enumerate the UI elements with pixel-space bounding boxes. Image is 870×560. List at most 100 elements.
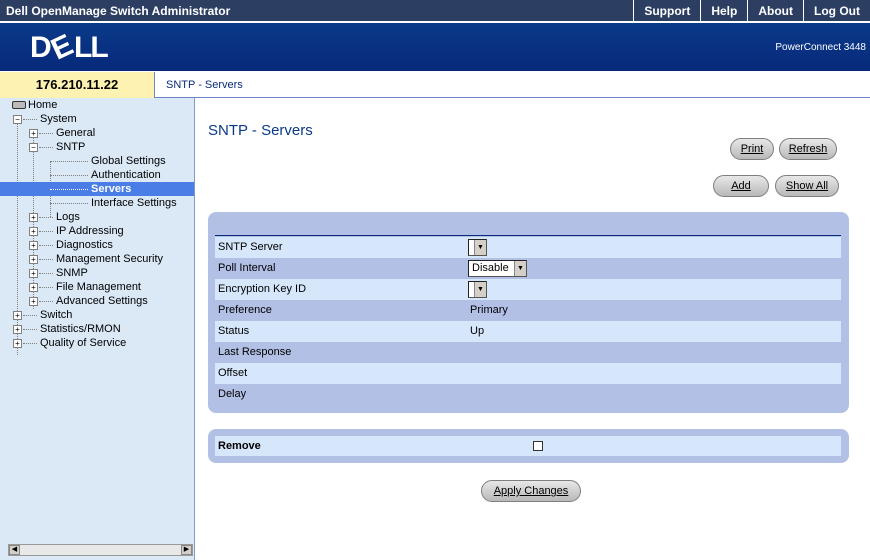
sidebar-item-switch[interactable]: + Switch — [13, 308, 72, 322]
sidebar-item-label: SNTP — [56, 141, 86, 153]
expand-icon[interactable]: + — [29, 268, 38, 278]
sidebar-item-label: Home — [28, 99, 58, 111]
top-bar: Dell OpenManage Switch Administrator Sup… — [0, 0, 870, 22]
remove-checkbox[interactable] — [533, 441, 543, 451]
delay-label: Delay — [218, 388, 247, 400]
support-link[interactable]: Support — [633, 0, 700, 22]
sidebar-item-label: Global Settings — [91, 155, 166, 167]
page-title: SNTP - Servers — [208, 122, 313, 139]
chevron-down-icon: ▼ — [474, 282, 486, 297]
last-response-row: Last Response — [215, 342, 841, 363]
poll-interval-select[interactable]: Disable ▼ — [468, 260, 527, 277]
offset-label: Offset — [218, 367, 248, 379]
preference-label: Preference — [218, 304, 272, 316]
sidebar-item-label: Statistics/RMON — [40, 323, 121, 335]
remove-label: Remove — [218, 440, 261, 452]
delay-row: Delay — [215, 384, 841, 405]
sidebar-item-label: SNMP — [56, 267, 88, 279]
sntp-server-row: SNTP Server ▼ — [215, 237, 841, 258]
sidebar-item-label: IP Addressing — [56, 225, 124, 237]
sidebar-item-label: System — [40, 113, 77, 125]
expand-icon[interactable]: + — [13, 338, 22, 348]
collapse-icon[interactable]: − — [29, 142, 38, 152]
sidebar-item-diagnostics[interactable]: + Diagnostics — [29, 238, 113, 252]
address-bar: 176.210.11.22 SNTP - Servers — [0, 72, 870, 98]
remove-row: Remove — [215, 436, 841, 456]
chevron-down-icon: ▼ — [514, 261, 526, 276]
expand-icon[interactable]: + — [29, 254, 38, 264]
refresh-button[interactable]: Refresh — [779, 138, 837, 160]
sidebar-item-label: Interface Settings — [91, 197, 177, 209]
sidebar-item-label: Logs — [56, 211, 80, 223]
sidebar-item-general[interactable]: + General — [29, 126, 95, 140]
chevron-down-icon: ▼ — [474, 240, 486, 255]
encryption-key-select[interactable]: ▼ — [468, 281, 487, 298]
sidebar-item-label: Switch — [40, 309, 73, 321]
last-response-label: Last Response — [218, 346, 292, 358]
show-all-button[interactable]: Show All — [775, 175, 839, 197]
app-title: Dell OpenManage Switch Administrator — [6, 4, 231, 18]
device-ip: 176.210.11.22 — [0, 72, 155, 98]
status-label: Status — [218, 325, 250, 337]
sidebar-item-servers[interactable]: Servers — [0, 182, 194, 196]
offset-row: Offset — [215, 363, 841, 384]
panel-divider — [215, 235, 841, 236]
encryption-key-row: Encryption Key ID ▼ — [215, 279, 841, 300]
expand-icon[interactable]: + — [13, 310, 22, 320]
sidebar-item-logs[interactable]: + Logs — [29, 210, 80, 224]
expand-icon[interactable]: + — [29, 226, 38, 236]
logout-link[interactable]: Log Out — [803, 0, 870, 22]
add-button[interactable]: Add — [713, 175, 769, 197]
poll-interval-row: Poll Interval Disable ▼ — [215, 258, 841, 279]
sidebar-item-label: Management Security — [56, 253, 163, 265]
sidebar-item-global-settings[interactable]: Global Settings — [50, 154, 166, 168]
sidebar-scrollbar[interactable]: ◀ ▶ — [8, 544, 193, 556]
sidebar-item-sntp[interactable]: − SNTP — [29, 140, 85, 154]
sidebar-item-management-security[interactable]: + Management Security — [29, 252, 163, 266]
sidebar-item-ip-addressing[interactable]: + IP Addressing — [29, 224, 124, 238]
collapse-icon[interactable]: − — [13, 114, 22, 124]
sidebar-item-label: Authentication — [91, 169, 161, 181]
sidebar-item-advanced-settings[interactable]: + Advanced Settings — [29, 294, 148, 308]
sidebar-item-quality-of-service[interactable]: + Quality of Service — [13, 336, 126, 350]
sidebar-item-snmp[interactable]: + SNMP — [29, 266, 88, 280]
sidebar-item-label: Servers — [91, 183, 132, 195]
sidebar-item-system[interactable]: − System — [13, 112, 77, 126]
print-button[interactable]: Print — [730, 138, 774, 160]
svg-text:LL: LL — [74, 31, 108, 64]
expand-icon[interactable]: + — [29, 240, 38, 250]
apply-changes-button[interactable]: Apply Changes — [481, 480, 581, 502]
poll-interval-label: Poll Interval — [218, 262, 276, 274]
model-name: PowerConnect 3448 — [775, 42, 866, 53]
encryption-key-label: Encryption Key ID — [218, 283, 307, 295]
expand-icon[interactable]: + — [29, 282, 38, 292]
scroll-right-icon[interactable]: ▶ — [181, 545, 192, 555]
sntp-server-select[interactable]: ▼ — [468, 239, 487, 256]
sidebar-item-statistics-rmon[interactable]: + Statistics/RMON — [13, 322, 121, 336]
scroll-left-icon[interactable]: ◀ — [9, 545, 20, 555]
sidebar-item-label: File Management — [56, 281, 141, 293]
sidebar-item-label: Advanced Settings — [56, 295, 148, 307]
status-value: Up — [470, 325, 485, 337]
top-links: Support Help About Log Out — [633, 0, 870, 22]
banner: D E LL PowerConnect 3448 — [0, 23, 870, 71]
breadcrumb: SNTP - Servers — [166, 79, 243, 91]
preference-value: Primary — [470, 304, 508, 316]
preference-row: Preference Primary — [215, 300, 841, 321]
sidebar-item-label: Diagnostics — [56, 239, 113, 251]
sidebar-item-authentication[interactable]: Authentication — [50, 168, 161, 182]
sidebar-item-file-management[interactable]: + File Management — [29, 280, 141, 294]
sidebar-item-label: Quality of Service — [40, 337, 127, 349]
sidebar-item-home[interactable]: Home — [12, 98, 57, 112]
dell-logo: D E LL — [30, 30, 110, 64]
home-icon — [12, 101, 26, 109]
sntp-server-label: SNTP Server — [218, 241, 283, 253]
help-link[interactable]: Help — [700, 0, 747, 22]
expand-icon[interactable]: + — [29, 296, 38, 306]
expand-icon[interactable]: + — [29, 212, 38, 222]
expand-icon[interactable]: + — [29, 128, 38, 138]
about-link[interactable]: About — [747, 0, 803, 22]
sidebar-item-interface-settings[interactable]: Interface Settings — [50, 196, 177, 210]
sidebar-item-label: General — [56, 127, 96, 139]
expand-icon[interactable]: + — [13, 324, 22, 334]
